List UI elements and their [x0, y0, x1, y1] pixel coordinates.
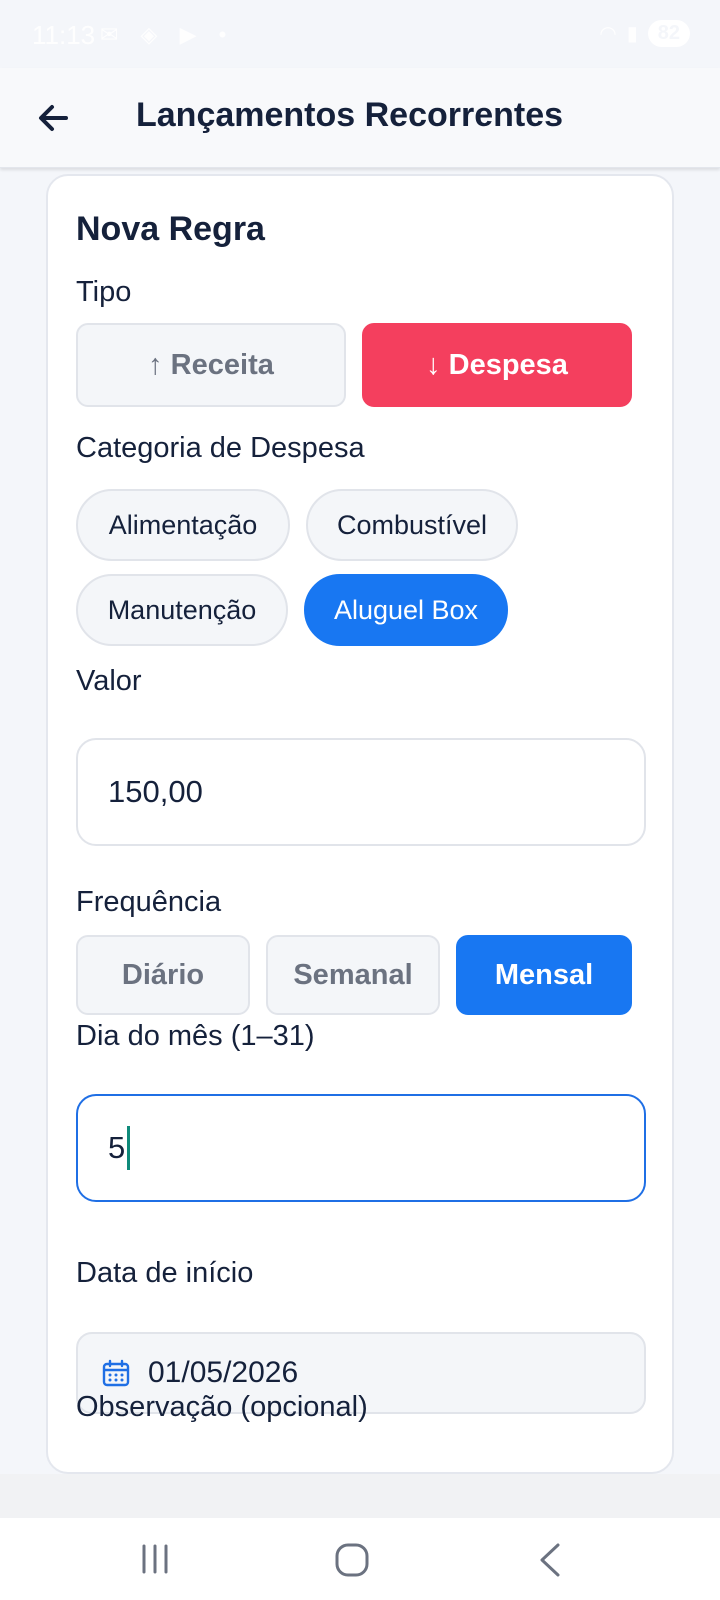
- category-chip-label: Manutenção: [107, 594, 257, 625]
- calendar-icon: [102, 1359, 130, 1387]
- keyboard-gap: [0, 1474, 720, 1518]
- freq-semanal-button[interactable]: Semanal: [266, 935, 440, 1015]
- app-bar: Lançamentos Recorrentes: [0, 68, 720, 168]
- valor-input[interactable]: 150,00: [76, 738, 646, 846]
- data-inicio-value: 01/05/2026: [148, 1356, 299, 1389]
- category-chip-label: Combustível: [336, 509, 488, 540]
- dia-input[interactable]: 5: [76, 1094, 646, 1202]
- tipo-receita-button[interactable]: ↑ Receita: [76, 323, 346, 407]
- freq-diario-label: Diário: [121, 958, 205, 991]
- valor-value: 150,00: [108, 774, 203, 809]
- dia-label: Dia do mês (1–31): [76, 1020, 315, 1052]
- home-icon[interactable]: [334, 1542, 370, 1578]
- page-title: Lançamentos Recorrentes: [136, 96, 564, 134]
- tipo-label: Tipo: [76, 276, 132, 308]
- form-heading: Nova Regra: [76, 210, 265, 248]
- category-chip-aluguel-box[interactable]: Aluguel Box: [304, 574, 508, 646]
- status-right: ◠ ▮ 82: [599, 20, 690, 47]
- observacao-label: Observação (opcional): [76, 1391, 368, 1423]
- status-time: 11:13: [32, 20, 96, 50]
- category-chip-label: Aluguel Box: [333, 594, 479, 625]
- recent-apps-icon[interactable]: [138, 1542, 172, 1576]
- data-inicio-label: Data de início: [76, 1257, 254, 1289]
- back-arrow-icon[interactable]: [30, 94, 78, 142]
- notification-icons: ✉ ◈ ▶ •: [100, 22, 235, 47]
- category-chip-manutencao[interactable]: Manutenção: [76, 574, 288, 646]
- signal-icon: ▮: [626, 23, 638, 45]
- freq-diario-button[interactable]: Diário: [76, 935, 250, 1015]
- category-chip-label: Alimentação: [108, 509, 258, 540]
- status-bar: 11:13 ✉ ◈ ▶ • ◠ ▮ 82: [0, 0, 720, 68]
- dia-value: 5: [108, 1130, 126, 1165]
- frequencia-label: Frequência: [76, 886, 222, 918]
- system-nav-bar: [0, 1518, 720, 1600]
- category-chip-alimentacao[interactable]: Alimentação: [76, 489, 290, 561]
- tipo-despesa-button[interactable]: ↓ Despesa: [362, 323, 632, 407]
- category-chip-combustivel[interactable]: Combustível: [306, 489, 518, 561]
- freq-semanal-label: Semanal: [293, 958, 413, 991]
- freq-mensal-button[interactable]: Mensal: [456, 935, 632, 1015]
- tipo-despesa-label: ↓ Despesa: [426, 348, 568, 381]
- text-caret: [127, 1126, 131, 1170]
- tipo-receita-label: ↑ Receita: [148, 348, 274, 381]
- freq-mensal-label: Mensal: [494, 958, 594, 991]
- nav-back-icon[interactable]: [536, 1542, 564, 1578]
- categoria-label: Categoria de Despesa: [76, 432, 365, 464]
- wifi-icon: ◠: [599, 23, 617, 45]
- battery-indicator: 82: [647, 20, 690, 47]
- valor-label: Valor: [76, 665, 142, 697]
